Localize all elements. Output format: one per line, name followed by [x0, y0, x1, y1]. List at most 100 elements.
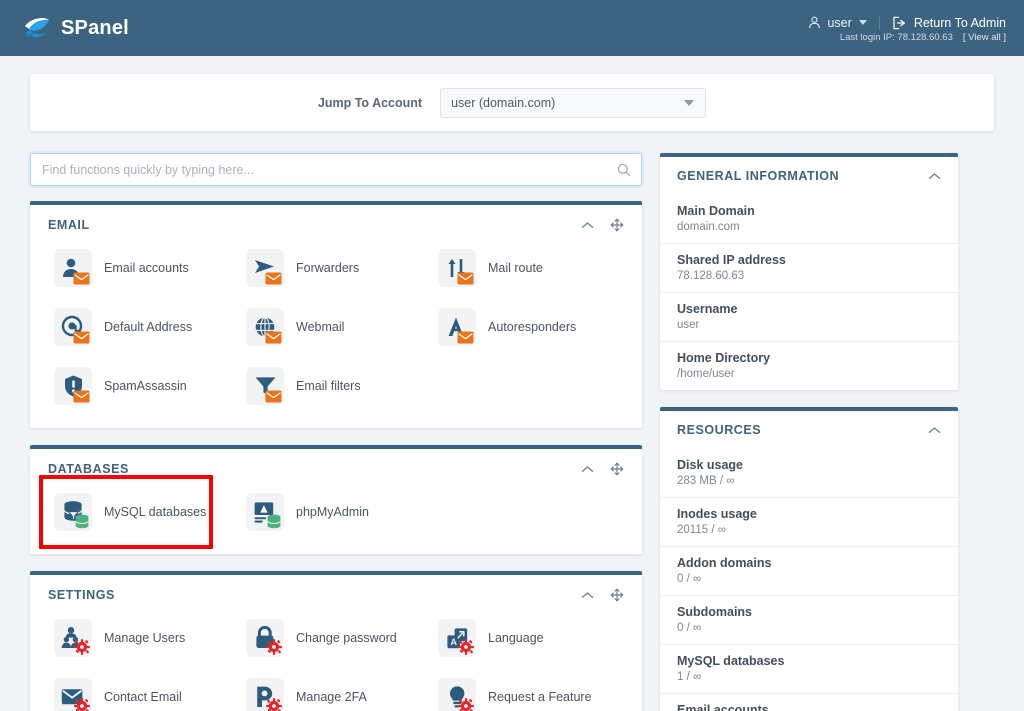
function-tile-label: Request a Feature	[488, 690, 592, 704]
info-row-value: user	[677, 319, 700, 331]
chevron-up-icon[interactable]	[581, 591, 594, 600]
envelope-badge-icon	[265, 272, 282, 285]
function-tile-label: Contact Email	[104, 690, 182, 704]
gear-badge-icon	[74, 698, 90, 711]
jump-to-account-card: Jump To Account user (domain.com)	[30, 74, 994, 131]
info-row-value: 0 / ∞	[677, 573, 702, 585]
forwarders-icon	[246, 249, 284, 287]
database-badge-icon	[267, 514, 281, 529]
info-row-value: 0 / ∞	[677, 622, 702, 634]
function-tile-manage-users[interactable]: Manage Users	[48, 612, 240, 664]
resources-panel: RESOURCES Disk usage 283 MB / ∞ Inodes u…	[660, 407, 958, 711]
function-tile-mail-route[interactable]: Mail route	[432, 242, 624, 294]
info-row-key: Inodes usage	[677, 507, 757, 521]
info-row: Shared IP address 78.128.60.63	[660, 243, 958, 292]
change-password-icon	[246, 619, 284, 657]
info-row-key: Home Directory	[677, 351, 771, 365]
section-card-email: EMAIL Email accounts Forwarders Mail rou…	[30, 201, 642, 428]
general-information-panel: GENERAL INFORMATION Main Domain domain.c…	[660, 153, 958, 390]
function-tile-label: MySQL databases	[104, 505, 207, 519]
info-row: Inodes usage 20115 / ∞	[660, 497, 958, 546]
function-tile-contact-email[interactable]: Contact Email	[48, 671, 240, 711]
return-to-admin-label: Return To Admin	[913, 15, 1006, 30]
function-tile-label: Mail route	[488, 261, 543, 275]
info-row-key: Shared IP address	[677, 253, 786, 267]
email-accounts-icon	[54, 249, 92, 287]
info-row: Main Domain domain.com	[660, 195, 958, 243]
info-row-key: Username	[677, 302, 738, 316]
function-tile-default-address[interactable]: Default Address	[48, 301, 240, 353]
request-feature-icon	[438, 678, 476, 711]
view-all-link[interactable]: [ View all ]	[963, 32, 1006, 43]
section-title: SETTINGS	[48, 588, 115, 602]
envelope-badge-icon	[457, 272, 474, 285]
section-tile-grid: Email accounts Forwarders Mail route Def…	[48, 242, 624, 412]
function-tile-autoresponders[interactable]: Autoresponders	[432, 301, 624, 353]
chevron-up-icon[interactable]	[928, 426, 941, 435]
language-icon: A	[438, 619, 476, 657]
spanel-swoosh-logo-icon	[24, 18, 49, 37]
function-tile-webmail[interactable]: Webmail	[240, 301, 432, 353]
function-tile-spamassassin[interactable]: SpamAssassin	[48, 360, 240, 412]
return-to-admin-button[interactable]: Return To Admin	[880, 16, 1006, 30]
info-row-value: 283 MB / ∞	[677, 475, 735, 487]
function-tile-forwarders[interactable]: Forwarders	[240, 242, 432, 294]
function-tile-email-accounts[interactable]: Email accounts	[48, 242, 240, 294]
search-input[interactable]	[30, 153, 642, 186]
function-tile-label: Manage Users	[104, 631, 186, 645]
info-row-key: Disk usage	[677, 458, 744, 472]
general-information-title: GENERAL INFORMATION	[677, 169, 840, 183]
section-tools	[581, 588, 624, 602]
gear-badge-icon	[266, 639, 282, 655]
function-tile-request-feature[interactable]: Request a Feature	[432, 671, 624, 711]
info-row: Subdomains 0 / ∞	[660, 595, 958, 644]
mail-route-icon	[438, 249, 476, 287]
move-arrows-icon[interactable]	[610, 218, 624, 232]
function-tile-manage-2fa[interactable]: Manage 2FA	[240, 671, 432, 711]
main-layout: EMAIL Email accounts Forwarders Mail rou…	[0, 131, 1024, 711]
section-title: EMAIL	[48, 218, 90, 232]
section-tools	[581, 462, 624, 476]
gear-badge-icon	[266, 698, 282, 711]
move-arrows-icon[interactable]	[610, 588, 624, 602]
function-tile-label: Change password	[296, 631, 397, 645]
info-row-value: 78.128.60.63	[677, 270, 745, 282]
chevron-down-icon	[858, 20, 867, 25]
function-tile-mysql-databases[interactable]: MySQL databases	[39, 475, 240, 549]
envelope-badge-icon	[73, 272, 90, 285]
brand: SPanel	[22, 14, 129, 42]
chevron-up-icon[interactable]	[581, 221, 594, 230]
info-row-value: 1 / ∞	[677, 671, 702, 683]
general-information-header: GENERAL INFORMATION	[660, 157, 958, 195]
resources-title: RESOURCES	[677, 423, 762, 437]
chevron-up-icon[interactable]	[581, 465, 594, 474]
function-tile-label: Email filters	[296, 379, 361, 393]
function-tile-label: Default Address	[104, 320, 193, 334]
function-tile-change-password[interactable]: Change password	[240, 612, 432, 664]
info-row-value: /home/user	[677, 368, 735, 380]
info-row-key: MySQL databases	[677, 654, 785, 668]
info-row-value: 20115 / ∞	[677, 524, 726, 536]
chevron-up-icon[interactable]	[928, 172, 941, 181]
move-arrows-icon[interactable]	[610, 462, 624, 476]
function-tile-label: Language	[488, 631, 544, 645]
header-right: user Return To Admin Last login IP: 78.1…	[808, 14, 1006, 43]
envelope-badge-icon	[265, 390, 282, 403]
info-row-key: Email accounts	[677, 703, 769, 711]
gear-badge-icon	[74, 639, 90, 655]
right-column: GENERAL INFORMATION Main Domain domain.c…	[660, 153, 958, 711]
chevron-down-icon	[684, 99, 695, 106]
section-header: DATABASES	[48, 449, 624, 486]
function-tile-language[interactable]: A Language	[432, 612, 624, 664]
section-tile-grid: MySQL databases phpMyAdmin	[39, 475, 624, 549]
function-tile-phpmyadmin[interactable]: phpMyAdmin	[240, 486, 432, 538]
envelope-badge-icon	[265, 331, 282, 344]
webmail-icon	[246, 308, 284, 346]
user-menu[interactable]: user	[808, 15, 880, 30]
info-row-key: Addon domains	[677, 556, 772, 570]
info-row: Username user	[660, 292, 958, 341]
jump-to-account-select[interactable]: user (domain.com)	[440, 87, 707, 118]
function-tile-email-filters[interactable]: Email filters	[240, 360, 432, 412]
info-row: Email accounts 0 / ∞	[660, 693, 958, 711]
sign-out-icon	[893, 16, 905, 29]
